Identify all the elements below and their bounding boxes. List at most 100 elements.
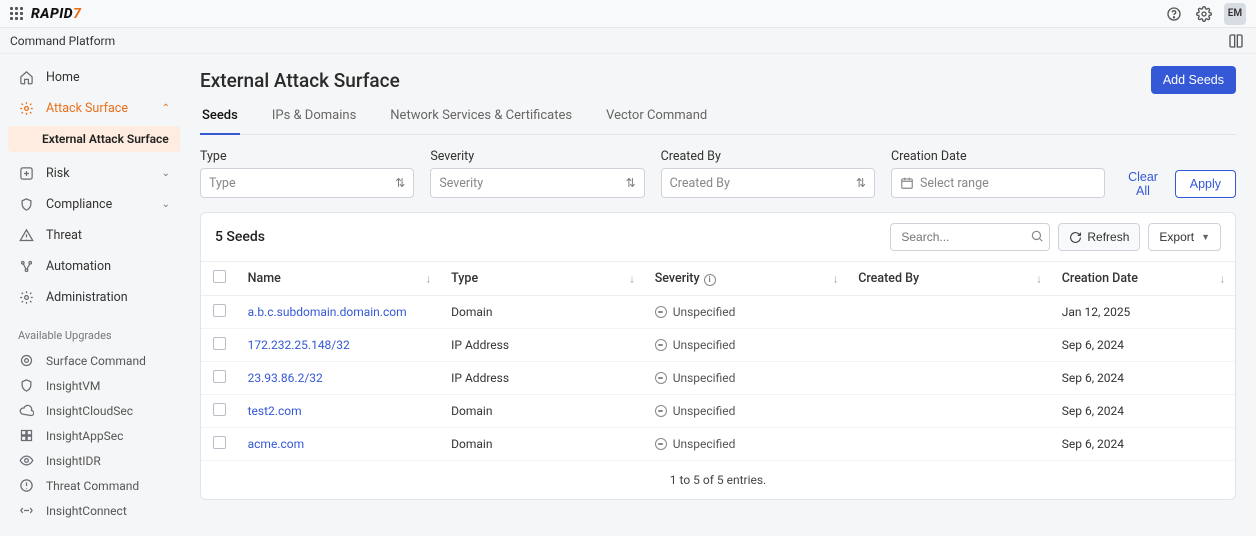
upgrade-item-threat-command[interactable]: Threat Command <box>8 473 180 498</box>
row-checkbox[interactable] <box>213 337 226 350</box>
tab-network-services-certificates[interactable]: Network Services & Certificates <box>388 100 574 134</box>
sidebar-item-label: Automation <box>46 259 111 274</box>
filter-createdby-label: Created By <box>661 149 875 164</box>
filter-severity-select[interactable]: Severity ⇅ <box>430 168 644 198</box>
sort-icon: ⇅ <box>856 177 866 189</box>
upgrade-item-label: InsightCloudSec <box>46 404 133 418</box>
sidebar: HomeAttack Surface⌃External Attack Surfa… <box>0 54 180 536</box>
filter-severity-label: Severity <box>430 149 644 164</box>
nodes-icon <box>18 259 34 274</box>
severity-unspecified-icon <box>655 306 667 318</box>
app-grid-icon[interactable] <box>10 7 23 20</box>
search-input[interactable] <box>890 223 1050 251</box>
seed-name-link[interactable]: 172.232.25.148/32 <box>248 338 350 352</box>
clear-all-button[interactable]: Clear All <box>1121 170 1165 198</box>
info-icon[interactable]: i <box>704 274 716 286</box>
book-icon[interactable] <box>1226 31 1246 51</box>
export-button[interactable]: Export ▼ <box>1148 223 1221 251</box>
col-name: Name↓ <box>238 262 442 296</box>
brand-logo: RAPID7 <box>31 6 81 22</box>
chevron-up-icon: ⌃ <box>162 103 170 114</box>
add-seeds-button[interactable]: Add Seeds <box>1151 66 1236 94</box>
select-all-checkbox[interactable] <box>213 270 226 283</box>
settings-icon[interactable] <box>1194 4 1214 24</box>
sort-arrow-icon[interactable]: ↓ <box>426 272 432 285</box>
shield-icon <box>18 197 34 212</box>
filter-date-input[interactable]: Select range <box>891 168 1105 198</box>
refresh-icon <box>1069 231 1082 244</box>
col-date: Creation Date↓ <box>1052 262 1235 296</box>
search-icon <box>1030 229 1044 243</box>
table-row: test2.comDomainUnspecifiedSep 6, 2024 <box>201 395 1235 428</box>
sidebar-item-label: Threat <box>46 228 82 243</box>
seed-type: Domain <box>441 428 645 461</box>
chevron-down-icon: ⌄ <box>162 199 170 210</box>
sidebar-item-home[interactable]: Home <box>8 62 180 93</box>
topbar: RAPID7 EM <box>0 0 1256 28</box>
seed-name-link[interactable]: 23.93.86.2/32 <box>248 371 323 385</box>
tab-ips-domains[interactable]: IPs & Domains <box>270 100 358 134</box>
panel-title: 5 Seeds <box>215 229 265 245</box>
table-row: acme.com Domain Unspecified Sep 6, 2024 <box>201 428 1235 461</box>
row-checkbox[interactable] <box>213 403 226 416</box>
sidebar-item-label: Risk <box>46 166 70 181</box>
seed-name-link[interactable]: acme.com <box>248 437 305 451</box>
upgrades-title: Available Upgrades <box>8 313 180 348</box>
filter-row: Type Type ⇅ Severity Severity ⇅ Created … <box>200 149 1236 198</box>
sort-icon: ⇅ <box>626 177 636 189</box>
sidebar-item-administration[interactable]: Administration <box>8 282 180 313</box>
tabs: Seeds IPs & Domains Network Services & Cer… <box>200 100 1236 135</box>
upgrade-item-insightappsec[interactable]: InsightAppSec <box>8 423 180 448</box>
row-checkbox[interactable] <box>213 370 226 383</box>
seed-type: IP Address <box>441 329 645 362</box>
upgrade-item-insightconnect[interactable]: InsightConnect <box>8 498 180 523</box>
upgrade-item-insightcloudsec[interactable]: InsightCloudSec <box>8 398 180 423</box>
brand-suffix: 7 <box>73 6 81 22</box>
sort-arrow-icon[interactable]: ↓ <box>629 272 635 285</box>
sort-arrow-icon[interactable]: ↓ <box>833 272 839 285</box>
sort-arrow-icon[interactable]: ↓ <box>1220 272 1226 285</box>
gear-icon <box>18 101 34 116</box>
sidebar-subitem-external-attack-surface[interactable]: External Attack Surface <box>8 126 180 152</box>
seed-name-link[interactable]: test2.com <box>248 404 302 418</box>
sidebar-item-compliance[interactable]: Compliance⌄ <box>8 189 180 220</box>
help-icon[interactable] <box>1164 4 1184 24</box>
seed-createdby <box>848 296 1052 329</box>
subbar: Command Platform <box>0 28 1256 54</box>
upgrade-item-insightidr[interactable]: InsightIDR <box>8 448 180 473</box>
severity-unspecified-icon <box>655 405 667 417</box>
filter-createdby-select[interactable]: Created By ⇅ <box>661 168 875 198</box>
upgrade-item-label: Surface Command <box>46 354 146 368</box>
upgrade-item-label: InsightAppSec <box>46 429 123 443</box>
main-content: External Attack Surface Add Seeds SeedsI… <box>180 54 1256 536</box>
sidebar-item-threat[interactable]: Threat <box>8 220 180 251</box>
upgrade-item-surface-command[interactable]: Surface Command <box>8 348 180 373</box>
row-checkbox[interactable] <box>213 436 226 449</box>
sidebar-item-risk[interactable]: Risk⌄ <box>8 158 180 189</box>
cloud-icon <box>18 403 34 418</box>
seed-severity: Unspecified <box>655 437 839 451</box>
seed-createdby <box>848 395 1052 428</box>
warning-icon <box>18 228 34 243</box>
seed-createdby <box>848 362 1052 395</box>
table-row: 23.93.86.2/32IP AddressUnspecifiedSep 6,… <box>201 362 1235 395</box>
filter-type-select[interactable]: Type ⇅ <box>200 168 414 198</box>
apply-button[interactable]: Apply <box>1175 170 1236 198</box>
sidebar-item-automation[interactable]: Automation <box>8 251 180 282</box>
sidebar-item-attack-surface[interactable]: Attack Surface⌃ <box>8 93 180 124</box>
sidebar-item-label: Administration <box>46 290 128 305</box>
seed-name-link[interactable]: a.b.c.subdomain.domain.com <box>248 305 407 319</box>
avatar[interactable]: EM <box>1224 3 1246 25</box>
seed-severity: Unspecified <box>655 404 839 418</box>
upgrade-item-insightvm[interactable]: InsightVM <box>8 373 180 398</box>
seed-date: Sep 6, 2024 <box>1052 428 1235 461</box>
upgrade-item-label: InsightIDR <box>46 454 101 468</box>
sort-arrow-icon[interactable]: ↓ <box>1036 272 1042 285</box>
refresh-button[interactable]: Refresh <box>1058 223 1140 251</box>
seed-type: IP Address <box>441 362 645 395</box>
tab-vector-command[interactable]: Vector Command <box>604 100 709 134</box>
seed-createdby <box>848 329 1052 362</box>
tab-seeds[interactable]: Seeds <box>200 100 240 135</box>
seed-date: Jan 12, 2025 <box>1052 296 1235 329</box>
row-checkbox[interactable] <box>213 304 226 317</box>
